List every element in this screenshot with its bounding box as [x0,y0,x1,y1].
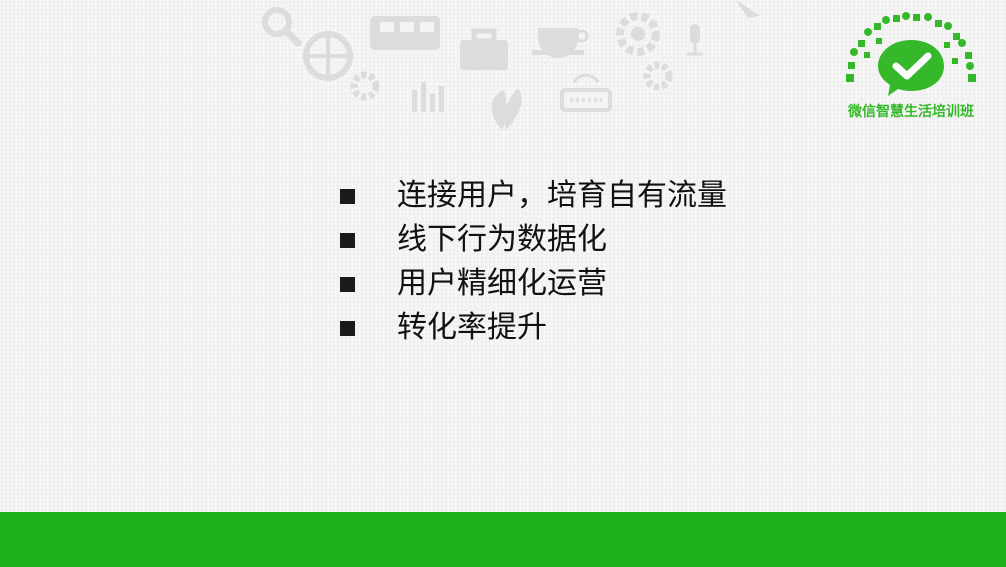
briefcase-icon [460,28,508,70]
arrow-icon [736,0,760,18]
coffee-cup-icon [532,28,589,58]
list-item: 连接用户，培育自有流量 [340,174,727,218]
list-item: 转化率提升 [340,306,727,350]
microphone-icon [687,24,703,56]
bullet-text: 线下行为数据化 [397,222,607,257]
bullet-list: 连接用户，培育自有流量 线下行为数据化 用户精细化运营 转化率提升 [340,174,727,350]
bar-chart-icon [412,82,444,112]
square-bullet-icon [340,232,355,248]
slide: 微信智慧生活培训班 连接用户，培育自有流量 线下行为数据化 用户精细化运营 转化… [0,0,1006,567]
gear-icon [350,71,380,101]
basketball-icon [303,31,353,81]
watermark-icons [240,0,800,140]
leaf-icon [491,88,522,130]
list-item: 线下行为数据化 [340,218,727,262]
logo-text: 微信智慧生活培训班 [848,104,974,120]
keyboard-icon [560,73,612,112]
square-bullet-icon [340,188,355,204]
square-bullet-icon [340,320,355,336]
bullet-text: 用户精细化运营 [397,266,607,301]
gear-icon [643,61,673,91]
list-item: 用户精细化运营 [340,262,727,306]
footer-band [0,512,1006,567]
bullet-text: 转化率提升 [397,310,547,345]
bullet-text: 连接用户，培育自有流量 [397,178,727,213]
gear-icon [616,12,660,56]
bus-icon [370,16,440,50]
square-bullet-icon [340,276,355,292]
wechat-chat-check-icon [846,12,976,96]
search-icon [262,7,302,47]
wechat-training-logo: 微信智慧生活培训班 [836,12,986,122]
